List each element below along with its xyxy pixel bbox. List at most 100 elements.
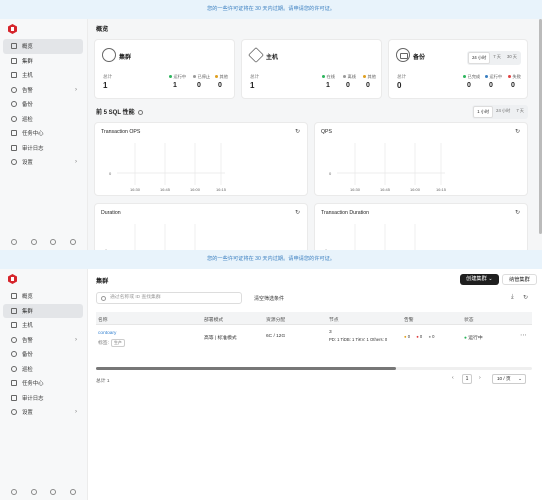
sidebar-item-clusters[interactable]: 集群 [3, 54, 83, 69]
column-header: 节点 [329, 318, 339, 323]
sidebar-item-tasks[interactable]: 任务中心 [3, 126, 83, 141]
table-header: 名称 部署模式 资源分配 节点 告警 状态 [96, 312, 532, 325]
help-icon[interactable] [10, 489, 17, 495]
user-icon[interactable] [70, 489, 77, 495]
sidebar-item-label: 集群 [22, 58, 33, 65]
user-icon[interactable] [70, 239, 77, 245]
sidebar-item-clusters[interactable]: 集群 [3, 303, 83, 318]
more-actions-icon[interactable]: ⋯ [520, 331, 527, 339]
cluster-name-link[interactable]: contoary [98, 331, 116, 336]
chevron-down-icon: ⌄ [518, 376, 522, 381]
chart-plot: 0 16:30 16:45 16:00 16:15 [109, 143, 227, 192]
info-icon[interactable] [137, 109, 143, 115]
chart-transaction-duration: Transaction Duration ↻ 1 m [314, 203, 528, 250]
page-size-select[interactable]: 10 / 页 ⌄ [492, 374, 526, 384]
sidebar-item-inspection[interactable]: 巡检 [3, 112, 83, 127]
globe-icon[interactable] [30, 239, 37, 245]
clear-filter-link[interactable]: 清空筛选条件 [254, 295, 284, 302]
status-dot-icon [322, 75, 325, 79]
total-value: 1 [250, 81, 255, 90]
chevron-right-icon: › [75, 159, 77, 165]
status-badge: ● 运行中 [464, 334, 483, 341]
alert-count: 0 [407, 334, 411, 339]
refresh-icon[interactable]: ↻ [295, 209, 300, 216]
range-7d[interactable]: 7 天 [513, 106, 527, 118]
total-value: 1 [103, 81, 108, 90]
help-icon[interactable] [10, 239, 17, 245]
range-24h[interactable]: 24 小时 [468, 52, 491, 64]
table-scrollbar[interactable] [96, 367, 532, 370]
column-header: 名称 [98, 318, 108, 323]
stat-label: 在线 [326, 74, 335, 79]
download-icon[interactable]: ⤓ [511, 294, 514, 301]
next-page-icon[interactable]: › [479, 375, 481, 381]
range-24h[interactable]: 24 小时 [493, 106, 513, 118]
status-dot-icon [169, 75, 172, 79]
x-tick-label: 16:15 [436, 187, 447, 192]
sidebar-item-inspection[interactable]: 巡检 [3, 362, 83, 377]
section-title-text: 前 5 SQL 性能 [96, 110, 135, 116]
chart-transaction-ops: Transaction OPS ↻ 0 16:30 16:45 16:00 16… [94, 122, 308, 196]
sidebar-item-hosts[interactable]: 主机 [3, 68, 83, 83]
import-cluster-button[interactable]: 纳管集群 [502, 274, 537, 285]
scrollbar-thumb[interactable] [96, 367, 396, 370]
refresh-icon[interactable]: ↻ [523, 294, 528, 301]
sidebar-item-alerts[interactable]: 告警 › [3, 83, 83, 98]
tag-badge: 生产 [110, 339, 125, 347]
theme-icon[interactable] [50, 489, 57, 495]
host-summary-card[interactable]: 主机 总计 1 在线 离线 其他 1 0 0 [241, 39, 382, 99]
x-tick-label: 16:30 [130, 187, 141, 192]
prev-page-icon[interactable]: ‹ [452, 375, 454, 381]
sidebar-nav: 概览 集群 主机 告警 › 备份 巡检 任务中心 审计日志 设置 › [0, 289, 87, 420]
page-title: 概览 [96, 26, 109, 33]
license-banner: 您的一些许可证将在 30 天内过期。请申请您的许可证。 [0, 0, 542, 19]
search-placeholder: 通过名称或 ID 查找集群 [110, 295, 161, 300]
overview-screen: 您的一些许可证将在 30 天内过期。请申请您的许可证。 概览 集群 主机 告警 ›… [0, 0, 542, 250]
total-label: 总计 [103, 74, 113, 79]
cluster-tags: 标签: 生产 [98, 339, 125, 347]
sidebar-item-overview[interactable]: 概览 [3, 39, 83, 54]
stat-value: 1 [173, 82, 177, 89]
status-text: 运行中 [468, 336, 483, 341]
sidebar-item-label: 设置 [22, 410, 33, 417]
sidebar: 概览 集群 主机 告警 › 备份 巡检 任务中心 审计日志 设置 › [0, 19, 88, 250]
stat-stopped: 已停止 [193, 74, 210, 80]
chart-qps: QPS ↻ 0 16:30 16:45 16:00 16:15 [314, 122, 528, 196]
sidebar-item-overview[interactable]: 概览 [3, 289, 83, 304]
range-30d[interactable]: 30 天 [504, 52, 520, 64]
current-page[interactable]: 1 [462, 374, 472, 384]
stat-running: 运行中 [485, 74, 502, 80]
cluster-icon [11, 307, 17, 314]
sidebar-item-alerts[interactable]: 告警 › [3, 333, 83, 348]
range-1h[interactable]: 1 小时 [473, 106, 494, 118]
refresh-icon[interactable]: ↻ [295, 128, 300, 135]
refresh-icon[interactable]: ↻ [515, 209, 520, 216]
task-icon [11, 130, 17, 137]
stat-value: 0 [346, 82, 350, 89]
theme-icon[interactable] [50, 239, 57, 245]
sidebar-item-audit[interactable]: 审计日志 [3, 141, 83, 156]
globe-icon[interactable] [30, 489, 37, 495]
inspection-icon [11, 365, 17, 372]
sidebar-item-hosts[interactable]: 主机 [3, 318, 83, 333]
deploy-mode: 高等 | 标准模式 [204, 336, 237, 341]
backup-summary-card[interactable]: 备份 24 小时 7 天 30 天 总计 0 已完成 运行中 失败 0 0 0 [388, 39, 528, 99]
brand-logo-icon [8, 24, 17, 34]
cluster-search-input[interactable]: 通过名称或 ID 查找集群 [96, 292, 242, 304]
sidebar-item-backup[interactable]: 备份 [3, 97, 83, 112]
chart-plot: 1 m [325, 224, 416, 250]
cluster-summary-card[interactable]: 集群 总计 1 运行中 已停止 其他 1 0 0 [94, 39, 235, 99]
x-tick-label: 16:15 [216, 187, 227, 192]
sidebar-item-label: 巡检 [22, 116, 33, 123]
create-cluster-button[interactable]: 创建集群 ⌄ [460, 274, 499, 285]
refresh-icon[interactable]: ↻ [515, 128, 520, 135]
sidebar-item-tasks[interactable]: 任务中心 [3, 376, 83, 391]
sidebar-item-backup[interactable]: 备份 [3, 347, 83, 362]
range-7d[interactable]: 7 天 [490, 52, 504, 64]
sidebar-item-settings[interactable]: 设置 › [3, 405, 83, 420]
total-value: 0 [397, 81, 402, 90]
task-icon [11, 380, 17, 387]
gear-icon [11, 159, 17, 166]
sidebar-item-settings[interactable]: 设置 › [3, 155, 83, 170]
sidebar-item-audit[interactable]: 审计日志 [3, 391, 83, 406]
